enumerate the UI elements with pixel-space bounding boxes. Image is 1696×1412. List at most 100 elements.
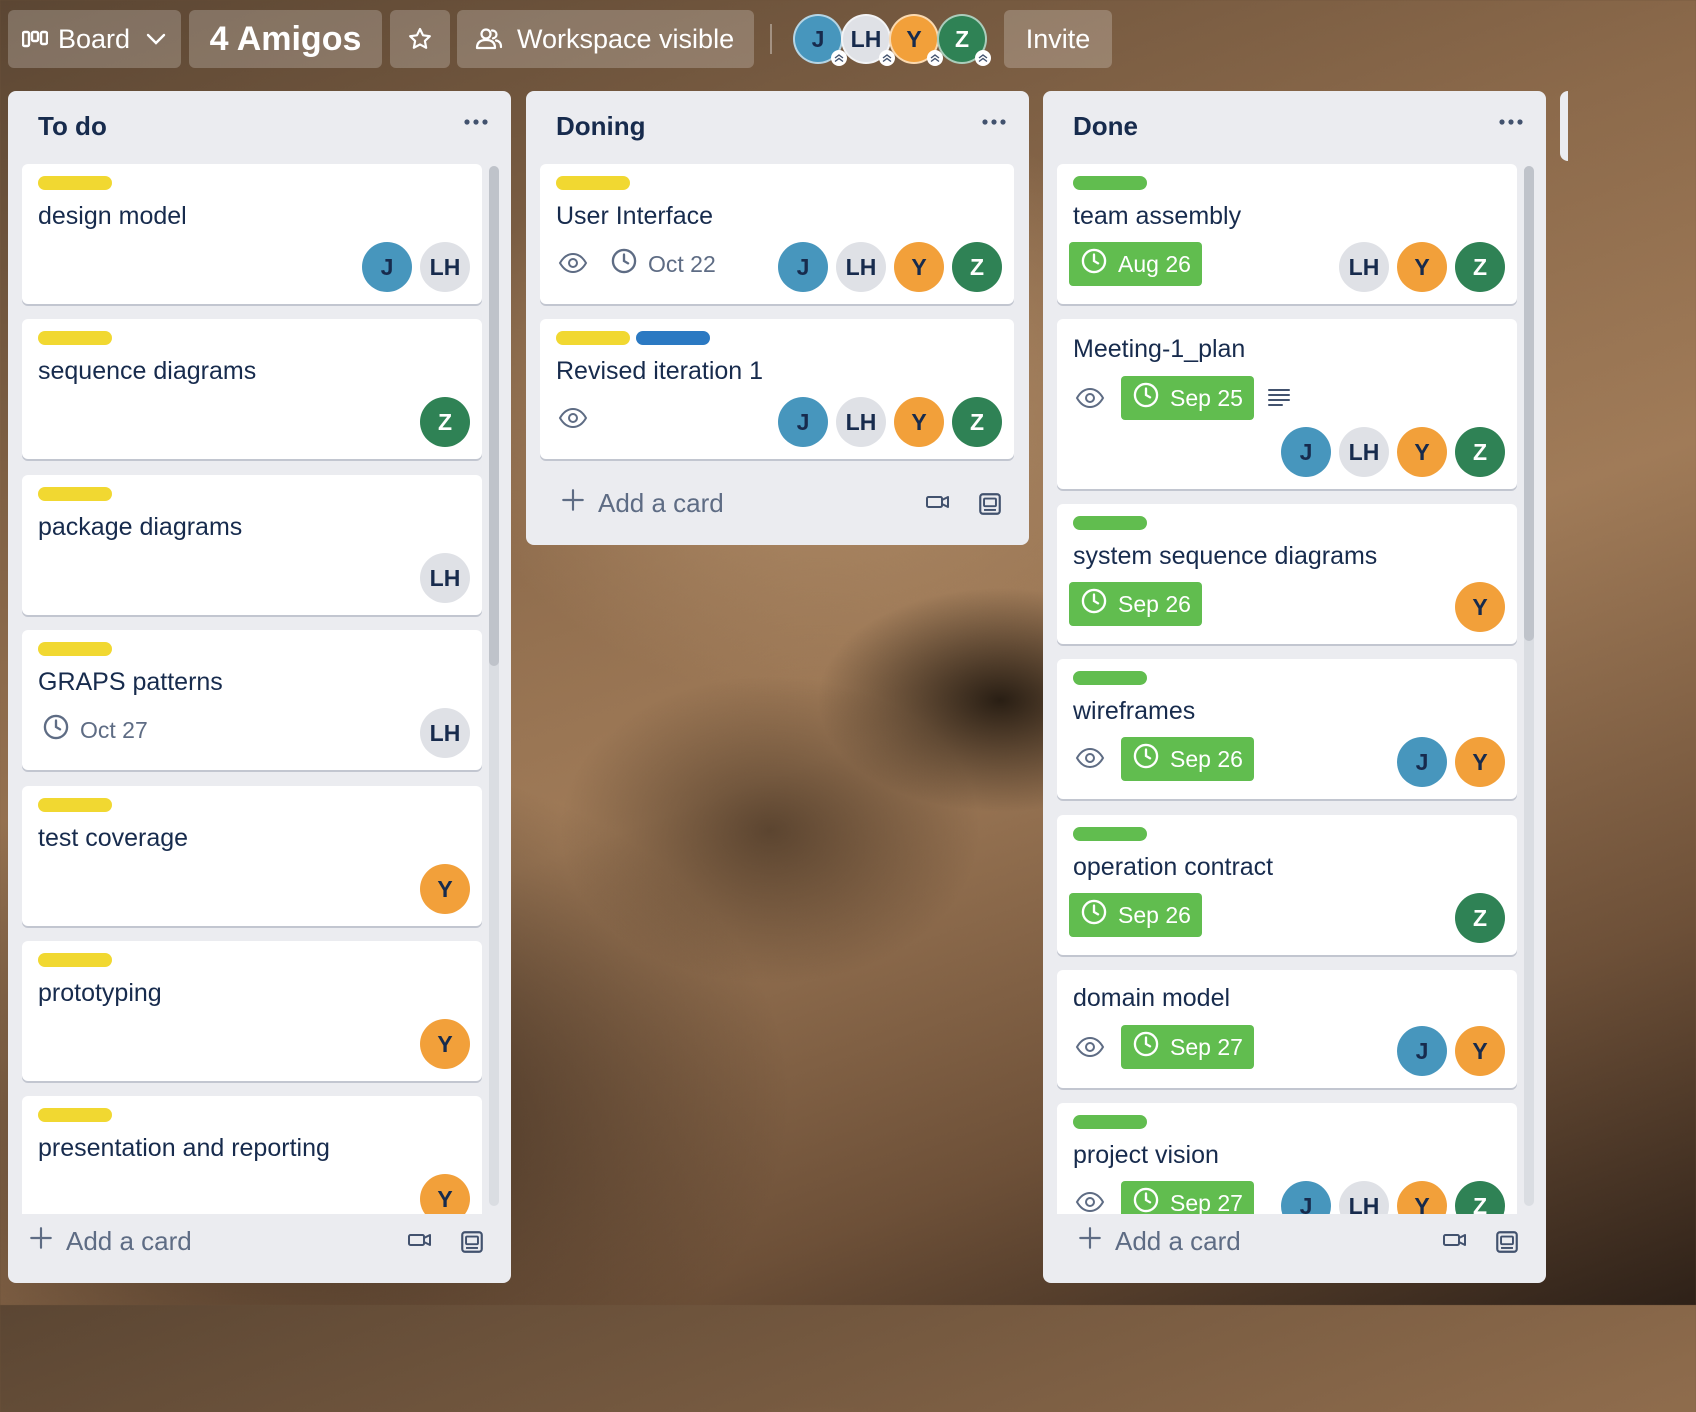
label-green[interactable] (1073, 671, 1147, 685)
member-avatar-lh[interactable]: LH (420, 708, 470, 758)
member-avatar-z[interactable]: Z (1455, 427, 1505, 477)
card[interactable]: sequence diagrams Z (22, 319, 482, 459)
card[interactable]: prototyping Y (22, 941, 482, 1081)
card[interactable]: GRAPS patterns Oct 27 LH (22, 630, 482, 770)
member-avatar-y[interactable]: Y (889, 14, 943, 66)
card[interactable]: design model J LH (22, 164, 482, 304)
card[interactable]: team assembly Aug 26 LH Y Z (1057, 164, 1517, 304)
add-card-button[interactable]: Add a card (560, 487, 724, 520)
template-icon[interactable] (1494, 1229, 1520, 1260)
visibility-button[interactable]: Workspace visible (457, 10, 754, 68)
member-avatar-y[interactable]: Y (1455, 737, 1505, 787)
member-avatar-y[interactable]: Y (420, 864, 470, 914)
card[interactable]: test coverage Y (22, 786, 482, 926)
label-green[interactable] (1073, 516, 1147, 530)
member-avatar-j[interactable]: J (778, 242, 828, 292)
member-avatar-z[interactable]: Z (952, 397, 1002, 447)
due-date-badge[interactable]: Sep 26 (1069, 893, 1202, 937)
scrollbar-thumb[interactable] (1524, 166, 1534, 641)
member-avatar-j[interactable]: J (1281, 1181, 1331, 1214)
member-avatar-y[interactable]: Y (1397, 242, 1447, 292)
template-icon[interactable] (459, 1229, 485, 1260)
member-avatar-z[interactable]: Z (420, 397, 470, 447)
label-green[interactable] (1073, 1115, 1147, 1129)
card[interactable]: User Interface Oct 22 J LH Y Z (540, 164, 1014, 304)
member-avatar-j[interactable]: J (1397, 737, 1447, 787)
member-avatar-j[interactable]: J (1397, 1026, 1447, 1076)
card[interactable]: operation contract Sep 26 Z (1057, 815, 1517, 955)
member-avatar-j[interactable]: J (1281, 427, 1331, 477)
list-scrollbar[interactable] (1524, 166, 1534, 1206)
member-avatar-lh[interactable]: LH (841, 14, 895, 66)
more-icon[interactable] (463, 113, 489, 131)
video-icon[interactable] (407, 1229, 433, 1260)
member-avatar-lh[interactable]: LH (420, 553, 470, 603)
add-card-button[interactable]: Add a card (28, 1225, 192, 1258)
member-avatar-z[interactable]: Z (1455, 242, 1505, 292)
member-avatar-lh[interactable]: LH (1339, 242, 1389, 292)
more-icon[interactable] (1498, 113, 1524, 131)
due-date-badge[interactable]: Sep 25 (1121, 376, 1254, 420)
member-avatar-y[interactable]: Y (1455, 1026, 1505, 1076)
template-icon[interactable] (977, 491, 1003, 522)
label-green[interactable] (1073, 176, 1147, 190)
member-avatar-y[interactable]: Y (420, 1174, 470, 1214)
member-avatar-y[interactable]: Y (420, 1019, 470, 1069)
board-name-button[interactable]: 4 Amigos (189, 10, 382, 68)
member-avatar-lh[interactable]: LH (1339, 1181, 1389, 1214)
card[interactable]: Revised iteration 1 J LH Y Z (540, 319, 1014, 459)
card[interactable]: wireframes Sep 26 J Y (1057, 659, 1517, 799)
due-date-badge[interactable]: Sep 26 (1069, 582, 1202, 626)
member-avatar-z[interactable]: Z (952, 242, 1002, 292)
member-avatar-y[interactable]: Y (1397, 1181, 1447, 1214)
card-title: sequence diagrams (38, 357, 257, 385)
label-yellow[interactable] (38, 487, 112, 501)
card[interactable]: package diagrams LH (22, 475, 482, 615)
member-avatar-j[interactable]: J (793, 14, 847, 66)
card[interactable]: presentation and reporting Y (22, 1096, 482, 1214)
due-date-badge[interactable]: Oct 22 (606, 242, 727, 286)
due-date-badge[interactable]: Sep 27 (1121, 1181, 1254, 1214)
member-avatar-y[interactable]: Y (1455, 582, 1505, 632)
video-icon[interactable] (1442, 1229, 1468, 1260)
label-green[interactable] (1073, 827, 1147, 841)
label-yellow[interactable] (556, 176, 630, 190)
member-avatar-lh[interactable]: LH (836, 397, 886, 447)
label-yellow[interactable] (38, 798, 112, 812)
member-avatar-z[interactable]: Z (1455, 893, 1505, 943)
member-avatar-y[interactable]: Y (1397, 427, 1447, 477)
card[interactable]: system sequence diagrams Sep 26 Y (1057, 504, 1517, 644)
label-yellow[interactable] (38, 331, 112, 345)
due-date-badge[interactable]: Sep 26 (1121, 737, 1254, 781)
due-date-badge[interactable]: Aug 26 (1069, 242, 1202, 286)
member-avatar-z[interactable]: Z (937, 14, 991, 66)
list-scrollbar[interactable] (489, 166, 499, 1206)
star-button[interactable] (390, 10, 450, 68)
label-yellow[interactable] (38, 642, 112, 656)
member-avatar-lh[interactable]: LH (836, 242, 886, 292)
member-avatar-j[interactable]: J (778, 397, 828, 447)
member-avatar-y[interactable]: Y (894, 397, 944, 447)
due-date-badge[interactable]: Oct 27 (38, 708, 159, 752)
card-members: Z (420, 397, 470, 447)
member-avatar-y[interactable]: Y (894, 242, 944, 292)
card[interactable]: Meeting-1_plan Sep 25 J LH Y Z (1057, 319, 1517, 489)
label-yellow[interactable] (556, 331, 630, 345)
video-icon[interactable] (925, 491, 951, 522)
scrollbar-thumb[interactable] (489, 166, 499, 666)
more-icon[interactable] (981, 113, 1007, 131)
member-avatar-lh[interactable]: LH (1339, 427, 1389, 477)
card[interactable]: project vision Sep 27 J LH Y Z (1057, 1103, 1517, 1214)
invite-button[interactable]: Invite (1004, 10, 1112, 68)
due-date-badge[interactable]: Sep 27 (1121, 1025, 1254, 1069)
member-avatar-j[interactable]: J (362, 242, 412, 292)
view-switcher-button[interactable]: Board (8, 10, 181, 68)
label-blue[interactable] (636, 331, 710, 345)
member-avatar-lh[interactable]: LH (420, 242, 470, 292)
label-yellow[interactable] (38, 953, 112, 967)
card[interactable]: domain model Sep 27 J Y (1057, 970, 1517, 1088)
member-avatar-z[interactable]: Z (1455, 1181, 1505, 1214)
add-card-button[interactable]: Add a card (1077, 1225, 1241, 1258)
label-yellow[interactable] (38, 176, 112, 190)
label-yellow[interactable] (38, 1108, 112, 1122)
